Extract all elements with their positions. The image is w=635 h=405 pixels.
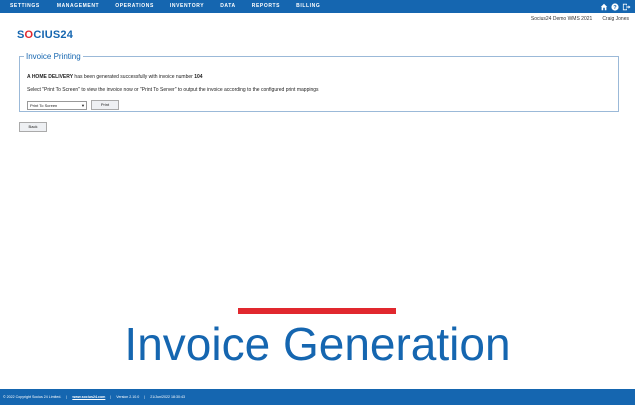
nav-management[interactable]: MANAGEMENT — [57, 0, 99, 13]
print-controls: Print To Screen ▼ Print — [27, 100, 119, 110]
instance-name: Socius24 Demo WMS 2021 — [530, 16, 593, 22]
user-bar: Socius24 Demo WMS 2021 Craig Jones — [521, 16, 629, 22]
delivery-type: A HOME DELIVERY — [27, 74, 74, 80]
nav-settings[interactable]: SETTINGS — [10, 0, 40, 13]
instruction-text: Select "Print To Screen" to view the inv… — [27, 87, 319, 93]
panel-title: Invoice Printing — [26, 52, 81, 61]
footer: © 2022 Copyright Socius 24 Limited. | www.… — [0, 389, 635, 405]
overlay-headline: Invoice Generation — [124, 318, 511, 370]
socius24-logo[interactable]: SOCIUS24 — [17, 29, 73, 41]
footer-copyright: © 2022 Copyright Socius 24 Limited. — [3, 395, 62, 399]
footer-timestamp: 21/Jun/2022 18:30:43 — [150, 395, 185, 399]
footer-separator: | — [144, 395, 146, 399]
user-name[interactable]: Craig Jones — [602, 16, 629, 22]
nav-inventory[interactable]: INVENTORY — [170, 0, 204, 13]
back-button[interactable]: Back — [19, 122, 47, 132]
print-destination-select[interactable]: Print To Screen ▼ — [27, 100, 87, 110]
home-icon[interactable] — [600, 3, 608, 11]
svg-text:?: ? — [613, 5, 617, 11]
message-text: has been generated successfully with inv… — [73, 74, 195, 80]
footer-version: Version 2.10.0 — [116, 395, 140, 399]
select-value: Print To Screen — [30, 102, 58, 108]
print-button[interactable]: Print — [91, 100, 119, 110]
invoice-number: 104 — [194, 74, 203, 80]
logo-text-prefix: S — [17, 29, 25, 41]
nav-reports[interactable]: REPORTS — [252, 0, 280, 13]
logo-text-o: O — [24, 29, 34, 41]
top-navigation-bar: SETTINGS MANAGEMENT OPERATIONS INVENTORY… — [0, 0, 635, 13]
footer-separator: | — [66, 395, 68, 399]
success-message: A HOME DELIVERY has been generated succe… — [27, 74, 203, 80]
chevron-down-icon: ▼ — [81, 102, 85, 108]
nav-data[interactable]: DATA — [220, 0, 236, 13]
nav-operations[interactable]: OPERATIONS — [115, 0, 154, 13]
logout-icon[interactable] — [622, 3, 631, 11]
help-icon[interactable]: ? — [611, 2, 619, 11]
nav-billing[interactable]: BILLING — [296, 0, 320, 13]
invoice-printing-panel: Invoice Printing A HOME DELIVERY has bee… — [19, 52, 619, 112]
footer-website-link[interactable]: www.socius24.com — [72, 395, 105, 399]
accent-bar — [238, 308, 396, 314]
logo-text-suffix: CIUS24 — [33, 29, 74, 41]
footer-separator: | — [110, 395, 112, 399]
nav-icon-group: ? — [600, 0, 631, 13]
